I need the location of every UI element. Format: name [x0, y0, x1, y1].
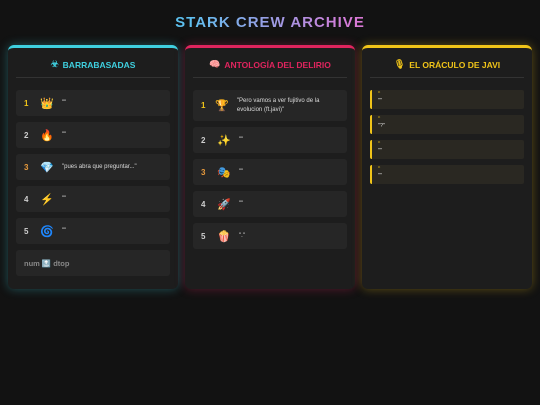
- quote-mark-icon: “: [378, 166, 381, 173]
- quote-text: "": [239, 168, 244, 175]
- theater-masks-icon: 🎭: [217, 166, 231, 179]
- fire-icon: 🔥: [40, 129, 54, 142]
- quote-text: "": [62, 99, 67, 106]
- microphone-icon: 🎙: [393, 59, 406, 69]
- rank-number: 2: [24, 130, 29, 140]
- popcorn-icon: 🍿: [217, 230, 231, 243]
- panel-title: ANTOLOGÍA DEL DELIRIO: [224, 59, 331, 70]
- quote-mark-icon: “: [378, 116, 381, 123]
- quote-text: "": [62, 131, 67, 138]
- list-item[interactable]: 3 💎 "pues abra que preguntar...": [16, 154, 170, 180]
- quote-text: "": [378, 98, 382, 104]
- quote-text: "?": [378, 123, 385, 129]
- quote-text: "pues abra que preguntar...": [62, 163, 137, 170]
- quote-text: "": [239, 200, 244, 207]
- panel-header: 🧠 ANTOLOGÍA DEL DELIRIO: [193, 52, 347, 78]
- quote-card[interactable]: “ "": [370, 90, 524, 109]
- biohazard-icon: ☣: [50, 59, 59, 69]
- gem-icon: 💎: [40, 161, 54, 174]
- panel-header: ☣ BARRABASADAS: [16, 52, 170, 78]
- quote-text: "": [62, 227, 67, 234]
- antologia-panel: 🧠 ANTOLOGÍA DEL DELIRIO 1 🏆 "Pero vamos …: [185, 45, 355, 289]
- rank-number: 2: [201, 135, 206, 145]
- list-item[interactable]: 2 ✨ "": [193, 127, 347, 153]
- rank-number: 4: [201, 199, 206, 209]
- list-item[interactable]: 4 ⚡ "": [16, 186, 170, 212]
- panel-title: BARRABASADAS: [62, 59, 136, 70]
- quote-mark-icon: “: [378, 91, 381, 98]
- quote-card[interactable]: “ "": [370, 140, 524, 159]
- rank-number: 1: [201, 101, 206, 110]
- quote-text: "": [378, 173, 382, 179]
- panel-header: 🎙 EL ORÁCULO DE JAVI: [370, 52, 524, 78]
- page-title: STARK CREW ARCHIVE: [0, 14, 540, 31]
- top-arrow-icon: 🔝: [41, 258, 52, 268]
- list-item[interactable]: 5 🍿 ".": [193, 223, 347, 249]
- rank-number: 1: [24, 98, 29, 108]
- list-item[interactable]: 5 🌀 "": [16, 218, 170, 244]
- list-item[interactable]: 1 👑 "": [16, 90, 170, 116]
- list-footer: num 🔝 dtop: [16, 250, 170, 276]
- rank-number: 4: [24, 194, 29, 204]
- rocket-icon: 🚀: [217, 198, 231, 211]
- quote-text: "": [239, 136, 244, 143]
- list-item[interactable]: 3 🎭 "": [193, 159, 347, 185]
- list-item[interactable]: 1 🏆 "Pero vamos a ver fujitivo de la evo…: [193, 90, 347, 121]
- rank-number: 5: [201, 231, 206, 241]
- panel-title: EL ORÁCULO DE JAVI: [409, 59, 501, 70]
- sparkles-icon: ✨: [217, 134, 231, 147]
- footer-text-left: num: [24, 258, 40, 268]
- quote-card[interactable]: “ "?": [370, 115, 524, 134]
- brain-icon: 🧠: [209, 59, 221, 69]
- rank-number: 3: [24, 162, 29, 172]
- crown-icon: 👑: [40, 97, 54, 110]
- quote-text: "": [378, 148, 382, 154]
- lightning-icon: ⚡: [40, 193, 54, 206]
- rank-number: 5: [24, 226, 29, 236]
- footer-text-right: dtop: [53, 258, 70, 268]
- quote-card[interactable]: “ "": [370, 165, 524, 184]
- list-item[interactable]: 4 🚀 "": [193, 191, 347, 217]
- oraculo-panel: 🎙 EL ORÁCULO DE JAVI “ "" “ "?" “ "" “ "…: [362, 45, 532, 289]
- quote-text: "": [62, 195, 67, 202]
- rank-number: 3: [201, 167, 206, 177]
- quote-text: "Pero vamos a ver fujitivo de la evoluci…: [236, 98, 320, 113]
- cyclone-icon: 🌀: [40, 225, 54, 238]
- trophy-icon: 🏆: [215, 100, 229, 112]
- quote-text: ".": [239, 232, 245, 239]
- list-item[interactable]: 2 🔥 "": [16, 122, 170, 148]
- barrabasadas-panel: ☣ BARRABASADAS 1 👑 "" 2 🔥 "" 3 💎 "pues a…: [8, 45, 178, 289]
- quote-mark-icon: “: [378, 141, 381, 148]
